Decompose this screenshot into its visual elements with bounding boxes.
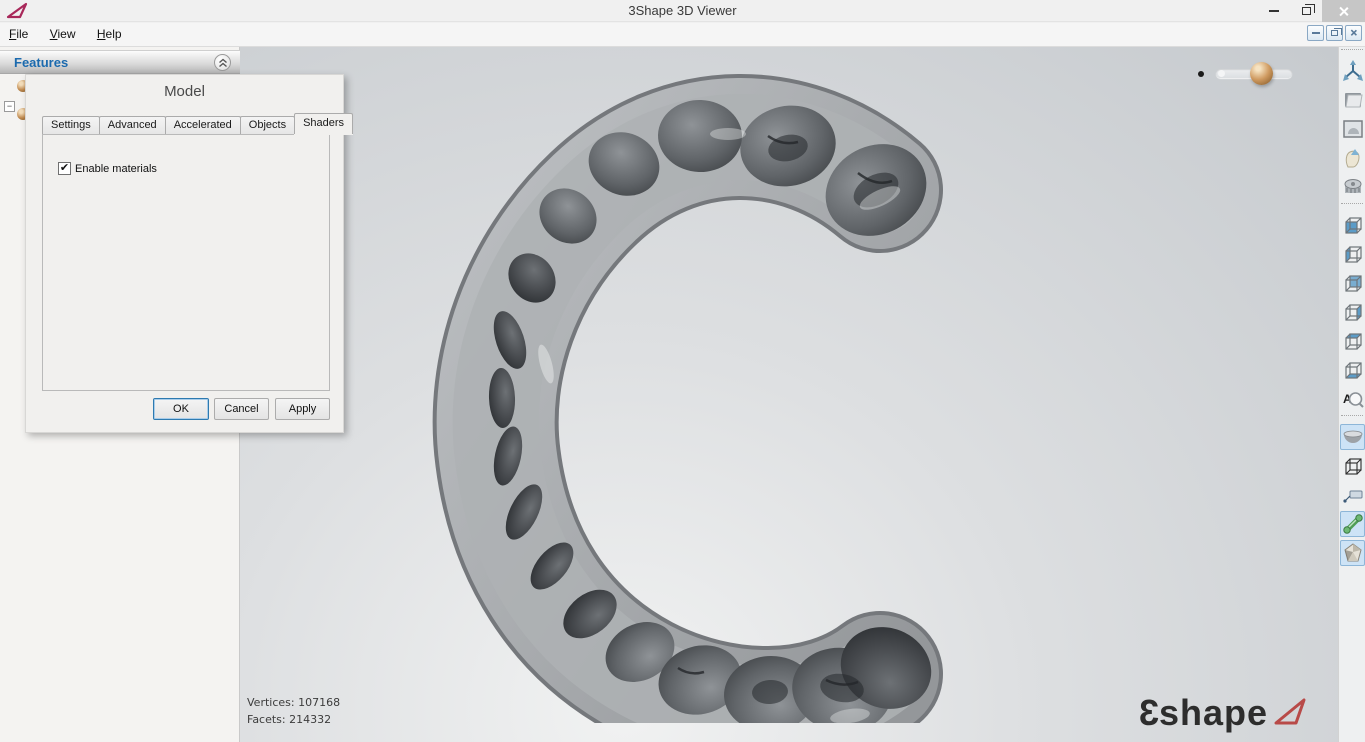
clipping-bowl-icon[interactable] xyxy=(1340,424,1365,450)
application-window: 3Shape 3D Viewer File View Help Features… xyxy=(0,0,1365,742)
zoom-annotation-icon[interactable]: A xyxy=(1340,386,1365,412)
3shape-watermark: 3shape xyxy=(1138,692,1310,734)
chevron-up-icon xyxy=(218,58,228,68)
viewport-canvas[interactable]: Vertices: 107168 Facets: 214332 3shape xyxy=(240,47,1338,742)
window-title: 3Shape 3D Viewer xyxy=(0,3,1365,18)
mdi-close-button[interactable] xyxy=(1345,25,1362,41)
dental-scan-model xyxy=(428,68,973,723)
tree-expander[interactable]: − xyxy=(4,101,15,112)
tab-accelerated[interactable]: Accelerated xyxy=(165,116,241,134)
restore-icon xyxy=(1302,7,1311,15)
tape-measure-icon[interactable] xyxy=(1340,174,1365,200)
enable-materials-label: Enable materials xyxy=(75,163,157,175)
menu-help[interactable]: Help xyxy=(88,23,131,44)
slider-track-cap xyxy=(1218,70,1225,77)
menu-view[interactable]: View xyxy=(41,23,85,44)
ok-button[interactable]: OK xyxy=(153,398,209,420)
title-bar: 3Shape 3D Viewer xyxy=(0,0,1365,22)
annotation-tag-icon[interactable] xyxy=(1340,482,1365,508)
collapse-panel-button[interactable] xyxy=(214,54,231,71)
transform-axes-icon[interactable] xyxy=(1340,58,1365,84)
minimize-icon xyxy=(1312,32,1320,34)
wireframe-cube-icon[interactable] xyxy=(1340,453,1365,479)
minimize-icon xyxy=(1269,10,1279,12)
restore-button[interactable] xyxy=(1290,0,1322,22)
toolbar-separator xyxy=(1341,49,1363,55)
tab-objects[interactable]: Objects xyxy=(240,116,295,134)
apply-button[interactable]: Apply xyxy=(275,398,330,420)
features-title: Features xyxy=(14,55,68,70)
view-cube-top-icon[interactable] xyxy=(1340,328,1365,354)
model-opacity-slider[interactable] xyxy=(1198,61,1308,87)
view-cube-back-icon[interactable] xyxy=(1340,270,1365,296)
view-cube-left-icon[interactable] xyxy=(1340,241,1365,267)
minimize-button[interactable] xyxy=(1258,0,1290,22)
mesh-stats: Vertices: 107168 Facets: 214332 xyxy=(247,694,340,728)
slider-handle[interactable] xyxy=(1250,62,1273,85)
tab-shaders[interactable]: Shaders xyxy=(294,113,353,134)
close-icon xyxy=(1338,6,1349,17)
features-header: Features xyxy=(0,50,240,74)
capture-view-icon[interactable] xyxy=(1340,116,1365,142)
mdi-window-controls xyxy=(1307,25,1362,41)
close-button[interactable] xyxy=(1322,0,1365,22)
menu-file[interactable]: File xyxy=(0,23,37,44)
articulation-link-icon[interactable] xyxy=(1340,511,1365,537)
gem-quality-icon[interactable] xyxy=(1340,540,1365,566)
menu-bar: File View Help xyxy=(0,23,1365,47)
restore-icon xyxy=(1331,30,1338,36)
view-cube-front-icon[interactable] xyxy=(1340,212,1365,238)
close-icon xyxy=(1349,29,1358,38)
mdi-restore-button[interactable] xyxy=(1326,25,1343,41)
view-toolbar: A xyxy=(1338,47,1365,742)
3shape-triangle-icon xyxy=(1272,696,1310,730)
model-dialog: Model Settings Advanced Accelerated Obje… xyxy=(25,74,344,433)
view-cube-bottom-icon[interactable] xyxy=(1340,357,1365,383)
toolbar-separator xyxy=(1341,415,1363,421)
view-cube-right-icon[interactable] xyxy=(1340,299,1365,325)
mdi-minimize-button[interactable] xyxy=(1307,25,1324,41)
cancel-button[interactable]: Cancel xyxy=(214,398,269,420)
folder-icon[interactable] xyxy=(1340,87,1365,113)
tab-advanced[interactable]: Advanced xyxy=(99,116,166,134)
dialog-tabs: Settings Advanced Accelerated Objects Sh… xyxy=(42,113,352,134)
dialog-title: Model xyxy=(26,83,343,100)
tooth-shade-icon[interactable] xyxy=(1340,145,1365,171)
facets-stat: Facets: 214332 xyxy=(247,711,340,728)
enable-materials-row: ✔ Enable materials xyxy=(58,162,157,175)
slider-dot-icon xyxy=(1198,71,1204,77)
tab-settings[interactable]: Settings xyxy=(42,116,100,134)
toolbar-separator xyxy=(1341,203,1363,209)
vertices-stat: Vertices: 107168 xyxy=(247,694,340,711)
enable-materials-checkbox[interactable]: ✔ xyxy=(58,162,71,175)
